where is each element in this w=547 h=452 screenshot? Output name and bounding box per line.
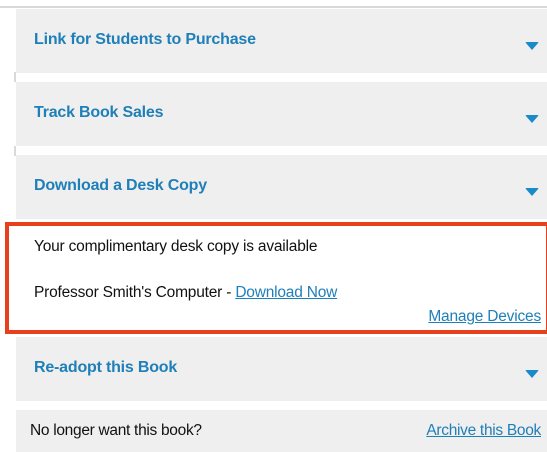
- desk-copy-available-text: Your complimentary desk copy is availabl…: [34, 238, 318, 255]
- archive-question: No longer want this book?: [30, 422, 202, 439]
- top-divider: [0, 6, 547, 8]
- accordion-title[interactable]: Download a Desk Copy: [34, 155, 207, 217]
- accordion-title[interactable]: Link for Students to Purchase: [34, 9, 256, 71]
- device-row: Professor Smith's Computer - Download No…: [34, 284, 337, 302]
- chevron-down-icon[interactable]: [525, 188, 539, 196]
- chevron-down-icon[interactable]: [525, 115, 539, 123]
- archive-row: No longer want this book? Archive this B…: [16, 410, 547, 452]
- divider: [14, 72, 16, 82]
- accordion-title[interactable]: Re-adopt this Book: [34, 337, 177, 399]
- accordion-title[interactable]: Track Book Sales: [34, 82, 164, 144]
- accordion-link-for-students[interactable]: Link for Students to Purchase: [16, 9, 547, 73]
- archive-book-link[interactable]: Archive this Book: [426, 410, 541, 452]
- device-label: Professor Smith's Computer -: [34, 284, 236, 301]
- manage-devices-link[interactable]: Manage Devices: [428, 308, 541, 326]
- download-now-link[interactable]: Download Now: [235, 284, 337, 301]
- chevron-down-icon[interactable]: [525, 370, 539, 378]
- chevron-down-icon[interactable]: [525, 42, 539, 50]
- accordion-track-book-sales[interactable]: Track Book Sales: [16, 82, 547, 146]
- accordion-download-desk-copy[interactable]: Download a Desk Copy: [16, 155, 547, 219]
- accordion-readopt-book[interactable]: Re-adopt this Book: [16, 337, 547, 401]
